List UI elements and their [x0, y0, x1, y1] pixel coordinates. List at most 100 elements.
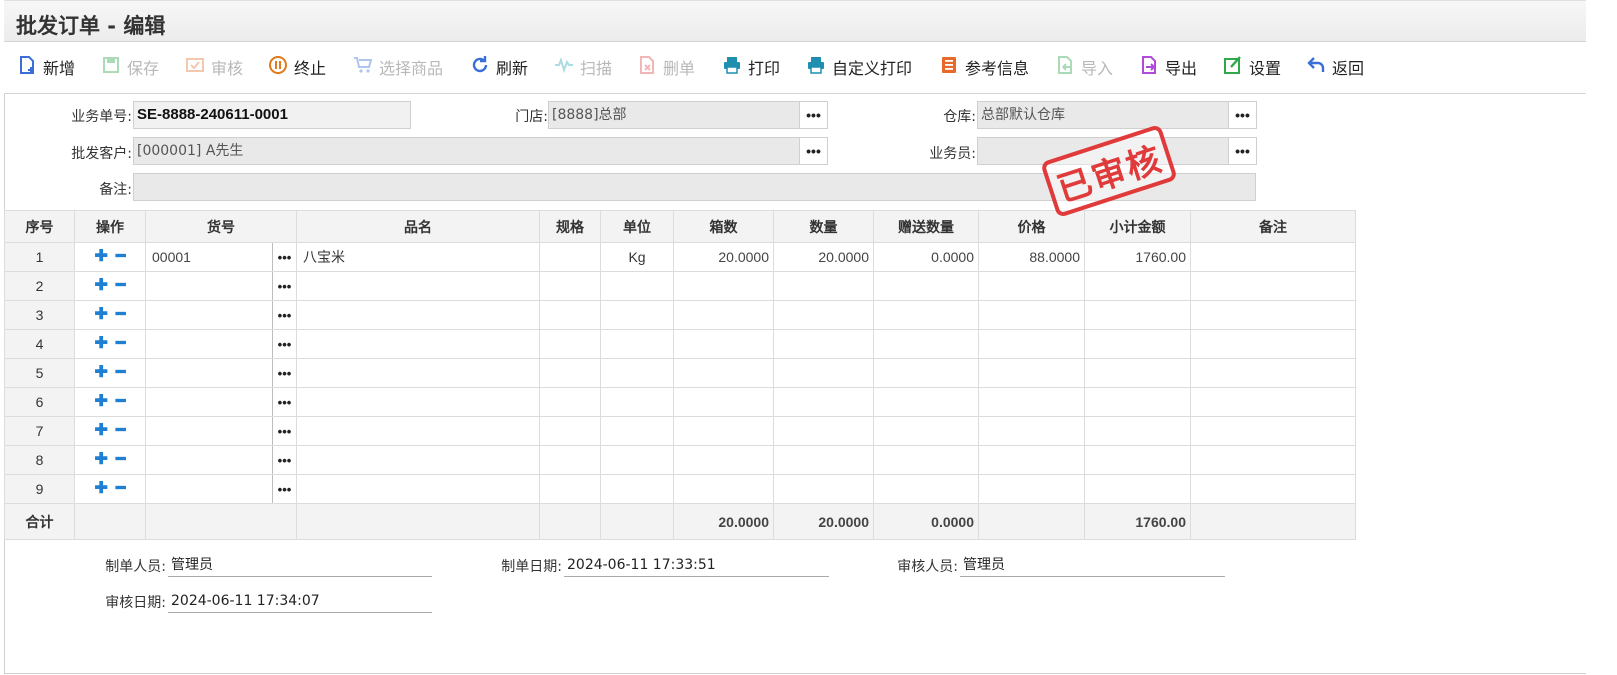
table-row[interactable]: 5 ✚ ━ ••• — [4, 358, 1356, 388]
item-price[interactable]: 88.0000 — [978, 242, 1085, 272]
column-header[interactable]: 单位 — [600, 210, 674, 243]
item-code-cell[interactable]: ••• — [145, 387, 297, 417]
item-gift-qty[interactable] — [873, 387, 979, 417]
item-unit[interactable] — [600, 474, 674, 504]
toolbar-button-12[interactable]: 导入 — [1055, 54, 1113, 80]
store-lookup-button[interactable]: ••• — [799, 101, 828, 129]
column-header[interactable]: 规格 — [539, 210, 601, 243]
item-unit[interactable] — [600, 416, 674, 446]
customer-field[interactable]: [000001] A先生 — [133, 137, 800, 165]
item-unit[interactable] — [600, 271, 674, 301]
item-lookup-icon[interactable]: ••• — [272, 417, 296, 445]
add-row-icon[interactable]: ✚ — [94, 423, 107, 439]
item-qty[interactable] — [773, 387, 874, 417]
item-price[interactable] — [978, 271, 1085, 301]
item-qty[interactable]: 20.0000 — [773, 242, 874, 272]
item-name[interactable] — [296, 474, 540, 504]
item-unit[interactable] — [600, 329, 674, 359]
item-lookup-icon[interactable]: ••• — [272, 388, 296, 416]
item-boxes[interactable] — [673, 358, 774, 388]
item-unit[interactable] — [600, 358, 674, 388]
warehouse-field[interactable]: 总部默认仓库 — [977, 101, 1229, 129]
item-boxes[interactable] — [673, 329, 774, 359]
item-remark[interactable] — [1190, 387, 1356, 417]
item-name[interactable] — [296, 300, 540, 330]
item-unit[interactable] — [600, 300, 674, 330]
item-unit[interactable] — [600, 387, 674, 417]
item-remark[interactable] — [1190, 271, 1356, 301]
column-header[interactable]: 小计金额 — [1084, 210, 1191, 243]
item-spec[interactable] — [539, 416, 601, 446]
toolbar-button-4[interactable]: 终止 — [268, 54, 326, 80]
column-header[interactable]: 箱数 — [673, 210, 774, 243]
toolbar-button-15[interactable]: 返回 — [1306, 54, 1364, 80]
remove-row-icon[interactable]: ━ — [116, 336, 126, 352]
column-header[interactable]: 货号 — [145, 210, 297, 243]
remove-row-icon[interactable]: ━ — [116, 307, 126, 323]
item-code-cell[interactable]: ••• — [145, 445, 297, 475]
item-gift-qty[interactable] — [873, 474, 979, 504]
toolbar-button-5[interactable]: 选择商品 — [353, 54, 443, 80]
item-boxes[interactable]: 20.0000 — [673, 242, 774, 272]
toolbar-button-11[interactable]: 参考信息 — [939, 54, 1029, 80]
customer-lookup-button[interactable]: ••• — [799, 137, 828, 165]
item-boxes[interactable] — [673, 416, 774, 446]
table-row[interactable]: 7 ✚ ━ ••• — [4, 416, 1356, 446]
column-header[interactable]: 价格 — [978, 210, 1085, 243]
item-code-cell[interactable]: 00001 ••• — [145, 242, 297, 272]
item-remark[interactable] — [1190, 242, 1356, 272]
remove-row-icon[interactable]: ━ — [116, 452, 126, 468]
item-price[interactable] — [978, 387, 1085, 417]
item-lookup-icon[interactable]: ••• — [272, 475, 296, 503]
toolbar-button-3[interactable]: 审核 — [185, 54, 243, 80]
item-lookup-icon[interactable]: ••• — [272, 446, 296, 474]
item-spec[interactable] — [539, 329, 601, 359]
column-header[interactable]: 操作 — [74, 210, 146, 243]
order-no-field[interactable]: SE-8888-240611-0001 — [133, 101, 411, 129]
toolbar-button-2[interactable]: 保存 — [101, 54, 159, 80]
item-lookup-icon[interactable]: ••• — [272, 272, 296, 300]
toolbar-button-8[interactable]: 删单 — [637, 54, 695, 80]
remove-row-icon[interactable]: ━ — [116, 423, 126, 439]
table-row[interactable]: 8 ✚ ━ ••• — [4, 445, 1356, 475]
item-code-cell[interactable]: ••• — [145, 416, 297, 446]
item-name[interactable] — [296, 271, 540, 301]
item-gift-qty[interactable] — [873, 329, 979, 359]
item-code-cell[interactable]: ••• — [145, 329, 297, 359]
add-row-icon[interactable]: ✚ — [94, 278, 107, 294]
add-row-icon[interactable]: ✚ — [94, 307, 107, 323]
item-boxes[interactable] — [673, 445, 774, 475]
item-gift-qty[interactable] — [873, 445, 979, 475]
item-boxes[interactable] — [673, 474, 774, 504]
item-unit[interactable] — [600, 445, 674, 475]
column-header[interactable]: 赠送数量 — [873, 210, 979, 243]
item-name[interactable]: 八宝米 — [296, 242, 540, 272]
toolbar-button-7[interactable]: 扫描 — [554, 54, 612, 80]
remove-row-icon[interactable]: ━ — [116, 481, 126, 497]
add-row-icon[interactable]: ✚ — [94, 249, 107, 265]
item-code-cell[interactable]: ••• — [145, 474, 297, 504]
item-spec[interactable] — [539, 387, 601, 417]
table-row[interactable]: 3 ✚ ━ ••• — [4, 300, 1356, 330]
remove-row-icon[interactable]: ━ — [116, 249, 126, 265]
item-remark[interactable] — [1190, 416, 1356, 446]
item-name[interactable] — [296, 416, 540, 446]
item-boxes[interactable] — [673, 300, 774, 330]
item-lookup-icon[interactable]: ••• — [272, 330, 296, 358]
remove-row-icon[interactable]: ━ — [116, 394, 126, 410]
item-name[interactable] — [296, 358, 540, 388]
toolbar-button-10[interactable]: 自定义打印 — [806, 54, 912, 80]
item-remark[interactable] — [1190, 300, 1356, 330]
item-code-cell[interactable]: ••• — [145, 300, 297, 330]
item-qty[interactable] — [773, 358, 874, 388]
item-remark[interactable] — [1190, 358, 1356, 388]
add-row-icon[interactable]: ✚ — [94, 394, 107, 410]
item-remark[interactable] — [1190, 474, 1356, 504]
item-spec[interactable] — [539, 271, 601, 301]
remove-row-icon[interactable]: ━ — [116, 278, 126, 294]
add-row-icon[interactable]: ✚ — [94, 481, 107, 497]
item-remark[interactable] — [1190, 329, 1356, 359]
column-header[interactable]: 数量 — [773, 210, 874, 243]
warehouse-lookup-button[interactable]: ••• — [1228, 101, 1257, 129]
add-row-icon[interactable]: ✚ — [94, 452, 107, 468]
